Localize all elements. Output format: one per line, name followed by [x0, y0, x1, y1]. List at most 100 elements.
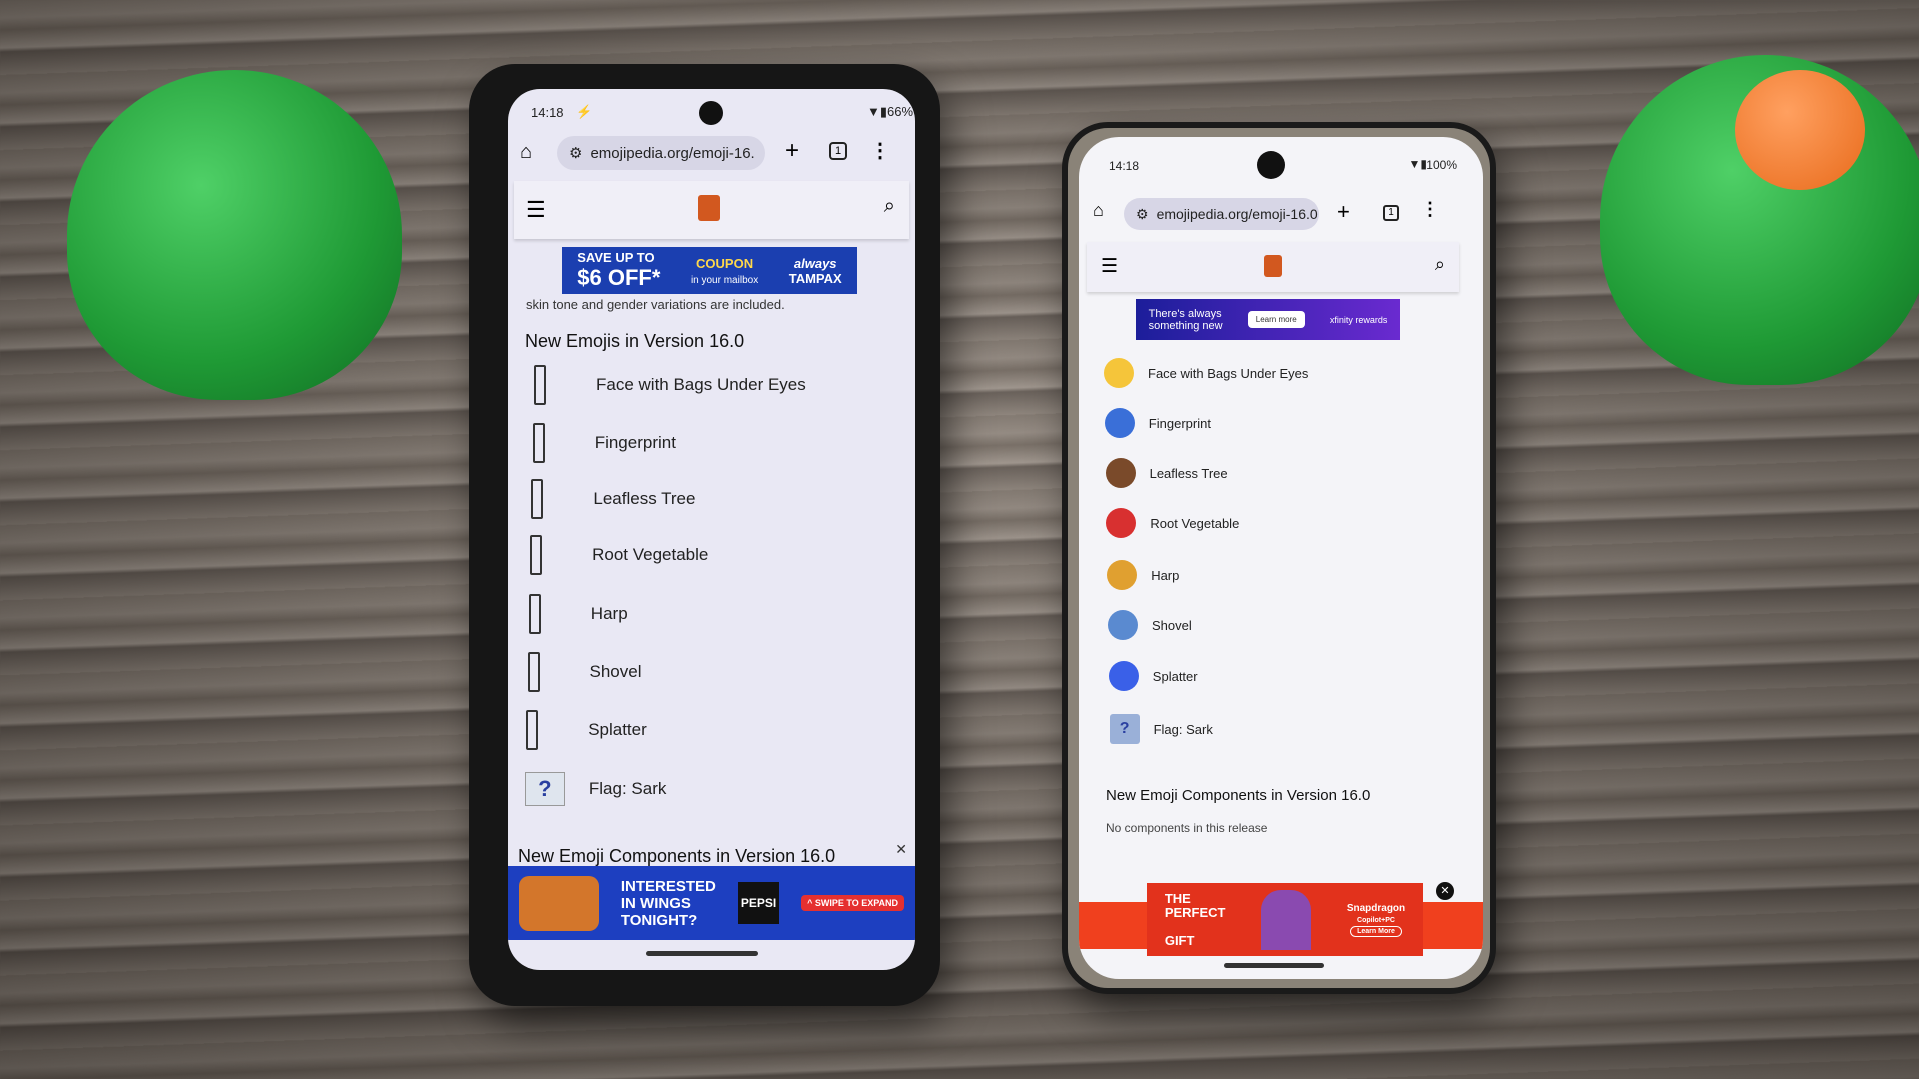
hamburger-menu-icon[interactable]: ☰	[526, 197, 546, 223]
battery-level: 66%	[887, 104, 914, 119]
url-bar[interactable]: ⚙ emojipedia.org/emoji-16.	[557, 136, 765, 170]
bottom-ad-banner[interactable]: THE PERFECT GIFT Snapdragon Copilot+PC Learn…	[1147, 883, 1423, 956]
hamburger-menu-icon[interactable]: ☰	[1101, 255, 1118, 278]
ad-cta[interactable]: ^ SWIPE TO EXPAND	[801, 895, 905, 911]
missing-glyph-icon	[531, 479, 544, 519]
ad-brand-tampax: TAMPAX	[788, 270, 842, 286]
emoji-list-item[interactable]: Face with Bags Under Eyes	[1104, 355, 1308, 391]
url-text: emojipedia.org/emoji-16.0	[1156, 206, 1318, 222]
status-time: 14:18	[531, 105, 564, 120]
emoji-list-item[interactable]: Root Vegetable	[1106, 505, 1239, 541]
ad-coupon-sub: in your mailbox	[690, 274, 759, 286]
emoji-list-item[interactable]: Fingerprint	[532, 423, 676, 463]
missing-glyph-icon	[532, 423, 545, 463]
more-menu-icon[interactable]: ⋮	[870, 138, 890, 163]
android-figurine-left	[67, 70, 402, 400]
ad-sub: Copilot+PC	[1357, 917, 1395, 924]
ad-text3: TONIGHT?	[620, 911, 698, 929]
emoji-name: Root Vegetable	[1150, 515, 1240, 531]
emoji-name: Shovel	[1152, 617, 1192, 633]
ad-line1: SAVE UP TO	[577, 250, 655, 265]
person-laptop-image	[1261, 889, 1312, 950]
ad-text1: THE	[1164, 890, 1191, 906]
emoji-list-item[interactable]: Root Vegetable	[530, 535, 708, 575]
home-icon[interactable]: ⌂	[1093, 200, 1104, 221]
emoji-list-item[interactable]: Leafless Tree	[531, 479, 695, 519]
site-header: ☰ ⌕	[1087, 242, 1459, 292]
emoji-icon: ?	[1109, 714, 1140, 744]
url-text: emojipedia.org/emoji-16.	[590, 144, 755, 162]
emoji-list-item[interactable]: Face with Bags Under Eyes	[534, 365, 806, 405]
ad-text2: something new	[1148, 319, 1223, 332]
emoji-list-item[interactable]: Splatter	[1108, 658, 1198, 694]
ad-text1: INTERESTED	[620, 877, 716, 895]
ad-learn-more-button[interactable]: Learn More	[1350, 926, 1402, 937]
ad-learn-more-button[interactable]: Learn more	[1247, 311, 1305, 328]
emoji-icon	[1107, 560, 1138, 590]
emoji-name: Leafless Tree	[593, 489, 696, 508]
search-icon[interactable]: ⌕	[1435, 254, 1445, 275]
site-settings-icon[interactable]: ⚙	[569, 144, 582, 162]
site-settings-icon[interactable]: ⚙	[1136, 206, 1149, 223]
emoji-name: Harp	[1151, 567, 1180, 583]
components-heading: New Emoji Components in Version 16.0	[518, 846, 836, 866]
emoji-icon	[1108, 661, 1139, 691]
emoji-list-item[interactable]: Shovel	[527, 652, 641, 692]
home-gesture-bar[interactable]	[646, 951, 758, 956]
missing-glyph-icon	[526, 710, 539, 750]
ad-brand: xfinity rewards	[1329, 314, 1388, 325]
components-heading: New Emoji Components in Version 16.0	[1106, 787, 1371, 804]
emoji-list-item[interactable]: Fingerprint	[1104, 405, 1211, 441]
close-ad-icon[interactable]: ✕	[895, 841, 907, 858]
camera-hole	[1257, 151, 1285, 179]
emoji-list-item[interactable]: ? Flag: Sark	[1109, 711, 1213, 747]
emoji-name: Splatter	[588, 720, 647, 739]
top-ad-banner[interactable]: There's always something new Learn more x…	[1136, 299, 1400, 340]
ad-coupon: COUPON	[696, 255, 754, 271]
wifi-battery-icon: ▼▮	[866, 104, 887, 119]
ad-text2: IN WINGS	[620, 894, 691, 912]
emoji-list-item[interactable]: Harp	[528, 594, 628, 634]
new-tab-icon[interactable]: +	[785, 137, 799, 165]
orange-hat	[1735, 70, 1865, 190]
emoji-name: Fingerprint	[594, 433, 676, 452]
wings-image	[518, 875, 599, 931]
emoji-list-item[interactable]: Splatter	[526, 710, 647, 750]
search-icon[interactable]: ⌕	[884, 195, 895, 218]
emoji-name: Flag: Sark	[1153, 721, 1213, 737]
ad-brand: Snapdragon	[1346, 903, 1406, 914]
emojipedia-logo[interactable]	[698, 195, 720, 221]
emoji-list-item[interactable]: ? Flag: Sark	[524, 769, 667, 809]
site-header: ☰ ⌕	[514, 181, 909, 239]
right-screen: 14:18 ▼▮ 100% ⌂ ⚙ emojipedia.org/emoji-16…	[1079, 137, 1483, 979]
close-ad-icon[interactable]: ✕	[1436, 882, 1454, 900]
missing-glyph-icon	[530, 535, 543, 575]
home-icon[interactable]: ⌂	[520, 141, 532, 164]
emoji-name: Root Vegetable	[592, 545, 709, 564]
emoji-icon	[1108, 610, 1138, 640]
ad-text3: GIFT	[1164, 932, 1195, 948]
missing-glyph-icon	[534, 365, 546, 405]
emoji-name: Leafless Tree	[1149, 465, 1228, 481]
emoji-name: Face with Bags Under Eyes	[596, 375, 806, 394]
emoji-name: Flag: Sark	[588, 779, 667, 798]
emojipedia-logo[interactable]	[1264, 255, 1282, 277]
tab-count-button[interactable]: 1	[1383, 205, 1399, 221]
status-time: 14:18	[1109, 159, 1140, 173]
bottom-ad-banner[interactable]: INTERESTED IN WINGS TONIGHT? PEPSI ^ SWIPE…	[508, 866, 915, 940]
camera-hole	[699, 101, 723, 125]
tab-count-button[interactable]: 1	[829, 142, 847, 160]
url-bar[interactable]: ⚙ emojipedia.org/emoji-16.0	[1124, 198, 1319, 230]
emoji-name: Splatter	[1152, 668, 1198, 684]
new-tab-icon[interactable]: +	[1337, 199, 1350, 225]
ad-brand: PEPSI	[737, 882, 780, 924]
missing-glyph-icon	[528, 594, 541, 634]
emoji-list-item[interactable]: Harp	[1107, 557, 1179, 593]
home-gesture-bar[interactable]	[1224, 963, 1324, 968]
emoji-list-item[interactable]: Leafless Tree	[1105, 455, 1228, 491]
more-menu-icon[interactable]: ⋮	[1421, 199, 1439, 220]
emoji-list-item[interactable]: Shovel	[1108, 607, 1192, 643]
emoji-icon	[1105, 458, 1136, 488]
section-heading: New Emojis in Version 16.0	[525, 331, 745, 351]
top-ad-banner[interactable]: SAVE UP TO $6 OFF* COUPON in your mailbox …	[562, 247, 857, 294]
